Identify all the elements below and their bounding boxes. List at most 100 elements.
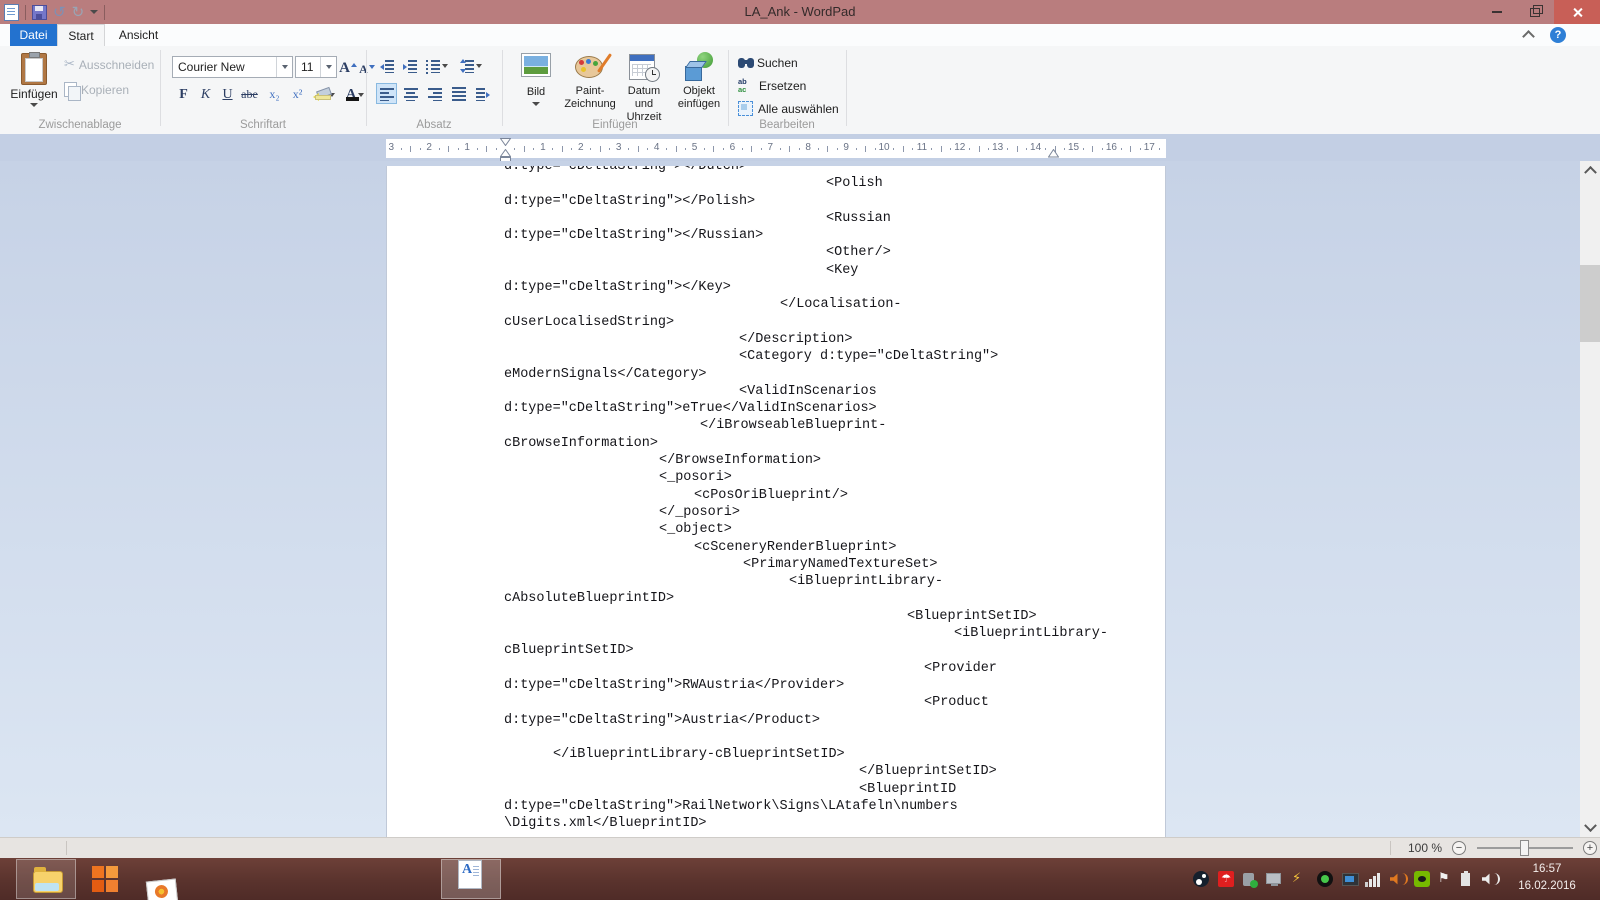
superscript-button[interactable]: x² bbox=[287, 84, 308, 105]
ruler-tick bbox=[599, 145, 601, 152]
nvidia-tray-icon[interactable] bbox=[1414, 871, 1430, 887]
ruler-tick bbox=[978, 145, 980, 152]
minimize-icon bbox=[1492, 11, 1502, 13]
select-all-button[interactable]: Alle auswählen bbox=[738, 101, 839, 116]
signal-tray-icon[interactable] bbox=[1365, 871, 1381, 887]
ruler-tick bbox=[798, 147, 800, 150]
taskbar-button-wordpad[interactable] bbox=[441, 859, 501, 899]
shrink-font-button[interactable]: A bbox=[358, 55, 376, 77]
help-icon[interactable]: ? bbox=[1550, 27, 1566, 43]
justify-button[interactable] bbox=[448, 83, 469, 104]
steam-tray-icon[interactable] bbox=[1193, 871, 1209, 887]
tab-start[interactable]: Start bbox=[57, 24, 105, 46]
object-icon bbox=[683, 52, 715, 82]
ruler-tick bbox=[647, 147, 649, 150]
align-right-button[interactable] bbox=[424, 83, 445, 104]
group-separator bbox=[366, 50, 367, 126]
restore-button[interactable] bbox=[1516, 0, 1554, 24]
battery-tray-icon[interactable] bbox=[1461, 871, 1470, 886]
doc-line: d:type="cDeltaString">Austria</Product> bbox=[504, 712, 820, 728]
cut-button[interactable]: ✂ Ausschneiden bbox=[64, 57, 154, 72]
select-all-label: Alle auswählen bbox=[758, 101, 839, 116]
scroll-up-icon[interactable] bbox=[1580, 161, 1600, 179]
clock[interactable]: 16:57 16.02.2016 bbox=[1502, 861, 1592, 895]
doc-line: d:type="cDeltaString"></Polish> bbox=[504, 193, 756, 209]
decrease-indent-button[interactable] bbox=[376, 55, 397, 76]
line-spacing-button[interactable] bbox=[456, 55, 486, 76]
bullets-button[interactable] bbox=[422, 55, 452, 76]
display-tray-icon[interactable] bbox=[1342, 873, 1359, 886]
photo-gallery-icon[interactable] bbox=[145, 878, 179, 900]
font-size-combo[interactable]: 11 bbox=[295, 56, 337, 78]
ruler-tick bbox=[836, 147, 838, 150]
doc-line: <Product bbox=[924, 695, 989, 711]
font-family-value: Courier New bbox=[178, 60, 245, 74]
font-color-button[interactable]: A bbox=[341, 84, 367, 105]
vertical-scrollbar[interactable] bbox=[1580, 161, 1600, 837]
highlight-button[interactable] bbox=[311, 84, 337, 105]
paint-drawing-button[interactable]: Paint-Zeichnung bbox=[564, 51, 616, 125]
tab-ansicht[interactable]: Ansicht bbox=[105, 24, 172, 46]
find-button[interactable]: Suchen bbox=[738, 56, 798, 70]
office-icon[interactable] bbox=[92, 866, 104, 878]
ruler-number: 10 bbox=[878, 142, 890, 153]
audio-tray-icon[interactable] bbox=[1390, 871, 1408, 887]
collapse-ribbon-icon[interactable] bbox=[1522, 29, 1536, 43]
strikethrough-button[interactable]: abe bbox=[239, 84, 260, 105]
scroll-down-icon[interactable] bbox=[1580, 819, 1600, 837]
replace-button[interactable]: ab ac Ersetzen bbox=[738, 78, 806, 94]
chevron-down-icon bbox=[442, 63, 448, 68]
doc-line: <Category d:type="cDeltaString"> bbox=[739, 349, 999, 365]
first-line-indent-marker[interactable] bbox=[500, 138, 511, 146]
calendar-clock-icon bbox=[628, 52, 660, 82]
doc-line: cAbsoluteBlueprintID> bbox=[504, 591, 675, 607]
ruler-number: 1 bbox=[540, 142, 546, 153]
usb-tray-icon[interactable] bbox=[1243, 873, 1258, 888]
date-time-button[interactable]: Datum und Uhrzeit bbox=[618, 51, 670, 125]
right-indent-marker[interactable] bbox=[1048, 149, 1059, 158]
increase-indent-button[interactable] bbox=[399, 55, 420, 76]
ruler-number: 9 bbox=[843, 142, 849, 153]
align-center-button[interactable] bbox=[400, 83, 421, 104]
combo-arrow[interactable] bbox=[320, 57, 336, 77]
paragraph-dialog-button[interactable] bbox=[472, 83, 493, 104]
ruler-tick bbox=[400, 147, 402, 150]
document-page[interactable]: d:type="cDeltaString"></Dutch> <Polish d:t… bbox=[386, 166, 1166, 837]
grow-font-button[interactable]: A bbox=[339, 55, 357, 77]
scrollbar-thumb[interactable] bbox=[1580, 265, 1600, 342]
align-left-button[interactable] bbox=[376, 83, 397, 104]
close-button[interactable] bbox=[1554, 0, 1600, 24]
tab-datei[interactable]: Datei bbox=[10, 24, 57, 46]
combo-arrow[interactable] bbox=[276, 57, 292, 77]
ruler-bar: 3 2 1 1 2 3 4 5 6 7 8 9 10 11 12 13 14 15 16 17 bbox=[0, 134, 1600, 163]
zoom-out-button[interactable]: − bbox=[1452, 841, 1466, 855]
insert-object-button[interactable]: Objekt einfügen bbox=[674, 51, 724, 125]
paste-button[interactable]: Einfügen bbox=[8, 51, 60, 123]
recorder-tray-icon[interactable] bbox=[1317, 871, 1333, 887]
zoom-in-button[interactable]: + bbox=[1583, 841, 1597, 855]
insert-picture-button[interactable]: Bild bbox=[510, 51, 562, 125]
chevron-down-icon bbox=[532, 102, 540, 106]
network-monitor-tray-icon[interactable] bbox=[1266, 873, 1281, 886]
power-tray-icon[interactable]: ⚡ bbox=[1292, 871, 1308, 887]
ruler-tick bbox=[1007, 147, 1009, 150]
action-center-flag-icon[interactable]: ⚑ bbox=[1438, 871, 1454, 887]
font-family-combo[interactable]: Courier New bbox=[172, 56, 293, 78]
underline-button[interactable]: U bbox=[217, 84, 238, 105]
taskbar-button-file-explorer[interactable] bbox=[16, 859, 76, 899]
ruler-tick bbox=[419, 147, 421, 150]
avira-tray-icon[interactable]: ☂ bbox=[1218, 871, 1234, 887]
restore-icon bbox=[1530, 4, 1543, 17]
doc-line: <Russian bbox=[826, 210, 891, 226]
copy-button[interactable]: Kopieren bbox=[64, 82, 129, 101]
volume-tray-icon[interactable] bbox=[1482, 871, 1500, 887]
caret-up-icon bbox=[350, 63, 357, 67]
zoom-slider-thumb[interactable] bbox=[1520, 840, 1529, 856]
italic-button[interactable]: K bbox=[195, 84, 216, 105]
subscript-button[interactable]: x₂ bbox=[264, 84, 285, 105]
ruler-tick bbox=[931, 147, 933, 150]
minimize-button[interactable] bbox=[1478, 0, 1516, 24]
bold-button[interactable]: F bbox=[173, 84, 194, 105]
doc-line: <Polish bbox=[826, 176, 883, 192]
justify-icon bbox=[451, 86, 466, 101]
